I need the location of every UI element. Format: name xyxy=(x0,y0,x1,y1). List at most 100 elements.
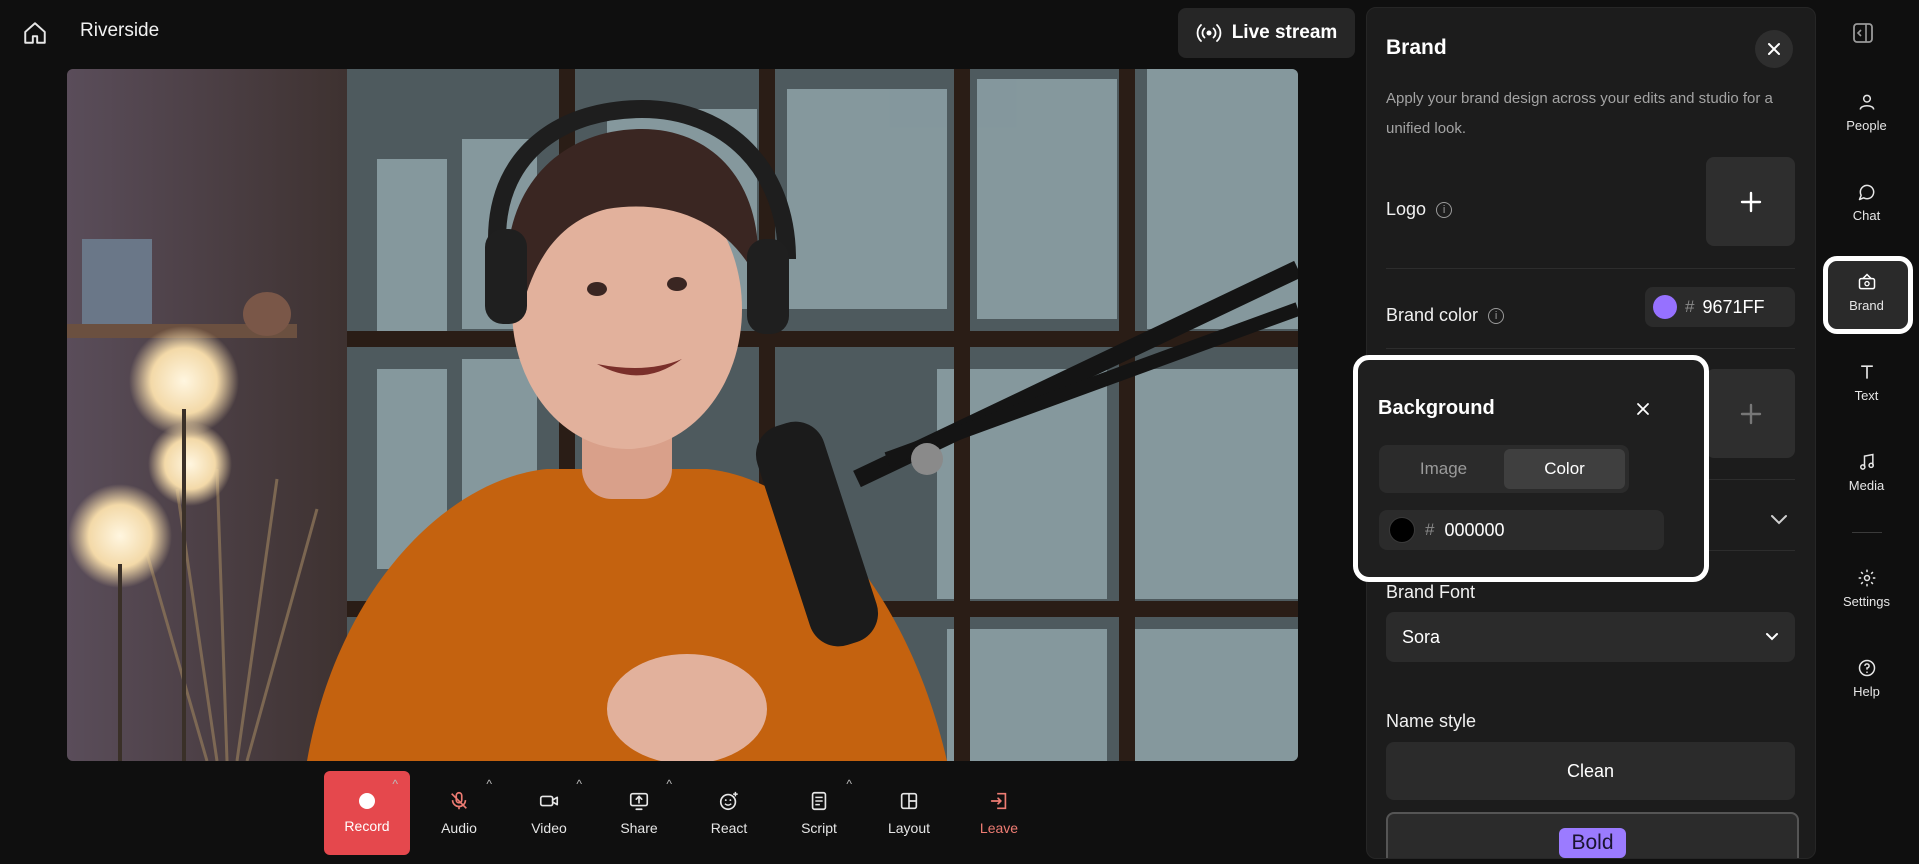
rail-label-brand: Brand xyxy=(1849,298,1884,313)
camera-icon xyxy=(539,795,559,807)
add-background-button[interactable] xyxy=(1706,369,1795,458)
chevron-up-icon[interactable]: ^ xyxy=(666,777,672,791)
chevron-down-icon xyxy=(1766,633,1778,641)
hash-symbol: # xyxy=(1685,297,1695,316)
background-type-tabs: Image Color xyxy=(1379,445,1629,493)
popover-title: Background xyxy=(1378,397,1495,419)
info-icon[interactable]: i xyxy=(1488,307,1505,324)
rail-label-text: Text xyxy=(1854,388,1879,403)
chevron-up-icon[interactable]: ^ xyxy=(392,777,398,791)
rail-item-text[interactable]: Text xyxy=(1814,362,1919,403)
rail-label-chat: Chat xyxy=(1852,208,1881,223)
rail-label-people: People xyxy=(1846,118,1887,133)
live-stream-label: Live stream xyxy=(1231,22,1338,43)
music-note-icon xyxy=(1859,453,1874,470)
layout-icon xyxy=(900,792,918,810)
name-style-clean[interactable]: Clean xyxy=(1386,742,1795,800)
add-logo-button[interactable] xyxy=(1706,157,1795,246)
logo-label: Logo xyxy=(1386,199,1427,219)
popover-close-button[interactable] xyxy=(1630,396,1656,422)
rail-item-brand[interactable]: Brand xyxy=(1814,272,1919,313)
script-label: Script xyxy=(801,820,837,836)
share-button[interactable]: ^ Share xyxy=(594,771,684,855)
audio-button[interactable]: ^ Audio xyxy=(414,771,504,855)
chevron-up-icon[interactable]: ^ xyxy=(846,777,852,791)
divider xyxy=(1386,348,1795,349)
chevron-down-icon[interactable] xyxy=(1770,514,1788,526)
script-icon xyxy=(811,791,827,811)
leave-icon xyxy=(990,792,1007,810)
panel-close-button[interactable] xyxy=(1755,30,1793,68)
home-icon xyxy=(24,22,46,44)
people-icon xyxy=(1859,94,1874,110)
share-label: Share xyxy=(620,820,658,836)
video-button[interactable]: ^ Video xyxy=(504,771,594,855)
audio-label: Audio xyxy=(441,820,477,836)
brand-color-field[interactable]: # 9671FF xyxy=(1645,287,1795,327)
script-button[interactable]: ^ Script xyxy=(774,771,864,855)
video-stage xyxy=(67,69,1298,761)
brand-color-value[interactable]: 9671FF xyxy=(1702,297,1764,318)
home-button[interactable] xyxy=(16,14,54,52)
app-title: Riverside xyxy=(80,20,160,41)
background-color-value[interactable]: 000000 xyxy=(1444,520,1504,541)
react-button[interactable]: React xyxy=(684,771,774,855)
live-stream-button[interactable]: Live stream xyxy=(1178,8,1355,58)
record-dot-icon xyxy=(359,793,375,809)
broadcast-icon xyxy=(1196,24,1221,42)
plus-icon xyxy=(1740,191,1761,212)
rail-item-settings[interactable]: Settings xyxy=(1814,568,1919,609)
name-style-clean-label: Clean xyxy=(1566,760,1615,781)
plus-icon xyxy=(1740,403,1761,424)
video-label: Video xyxy=(531,820,567,836)
tab-image[interactable]: Image xyxy=(1383,449,1504,489)
chat-icon xyxy=(1858,184,1874,201)
gear-icon xyxy=(1858,569,1875,587)
rail-label-settings: Settings xyxy=(1843,594,1890,609)
brand-color-label: Brand color xyxy=(1386,305,1479,325)
brand-font-value: Sora xyxy=(1402,626,1441,647)
leave-button[interactable]: Leave xyxy=(954,771,1044,855)
name-style-label: Name style xyxy=(1386,711,1477,731)
divider xyxy=(1386,268,1795,269)
rail-divider xyxy=(1852,532,1882,533)
panel-title: Brand xyxy=(1386,36,1447,59)
rail-item-help[interactable]: Help xyxy=(1814,658,1919,699)
mic-muted-icon xyxy=(451,791,467,810)
hash-symbol: # xyxy=(1425,520,1435,539)
brand-font-label: Brand Font xyxy=(1386,582,1476,602)
record-label: Record xyxy=(344,818,390,834)
layout-label: Layout xyxy=(887,820,931,836)
close-icon xyxy=(1768,43,1780,55)
react-label: React xyxy=(710,820,748,836)
chevron-up-icon[interactable]: ^ xyxy=(486,777,492,791)
color-swatch[interactable] xyxy=(1653,295,1677,319)
panel-description: Apply your brand design across your edit… xyxy=(1386,90,1773,137)
close-icon xyxy=(1637,403,1649,415)
color-swatch[interactable] xyxy=(1389,517,1415,543)
rail-item-chat[interactable]: Chat xyxy=(1814,182,1919,223)
text-icon xyxy=(1860,365,1873,379)
logo-row: Logo i xyxy=(1386,199,1453,220)
name-style-bold[interactable]: Bold xyxy=(1386,812,1799,858)
chevron-up-icon[interactable]: ^ xyxy=(576,777,582,791)
participant-video xyxy=(67,69,1298,761)
meeting-controls: ^ Record ^ Audio ^ Video ^ Share React ^… xyxy=(324,771,1044,855)
info-icon[interactable]: i xyxy=(1436,201,1453,218)
name-style-bold-label: Bold xyxy=(1559,828,1626,858)
brand-font-select[interactable]: Sora xyxy=(1386,612,1795,662)
layout-button[interactable]: Layout xyxy=(864,771,954,855)
brand-icon xyxy=(1858,273,1875,290)
rail-item-people[interactable]: People xyxy=(1814,92,1919,133)
brand-color-row: Brand color i xyxy=(1386,305,1505,326)
screen-share-icon xyxy=(629,792,649,811)
rail-label-help: Help xyxy=(1853,684,1880,699)
emoji-icon xyxy=(719,791,738,811)
background-color-field[interactable]: # 000000 xyxy=(1379,510,1664,550)
help-icon xyxy=(1858,659,1875,677)
rail-item-media[interactable]: Media xyxy=(1814,452,1919,493)
tab-color[interactable]: Color xyxy=(1504,449,1625,489)
right-rail: People Chat Brand Text Media Settings He… xyxy=(1814,0,1919,864)
record-button[interactable]: ^ Record xyxy=(324,771,410,855)
rail-label-media: Media xyxy=(1848,478,1885,493)
